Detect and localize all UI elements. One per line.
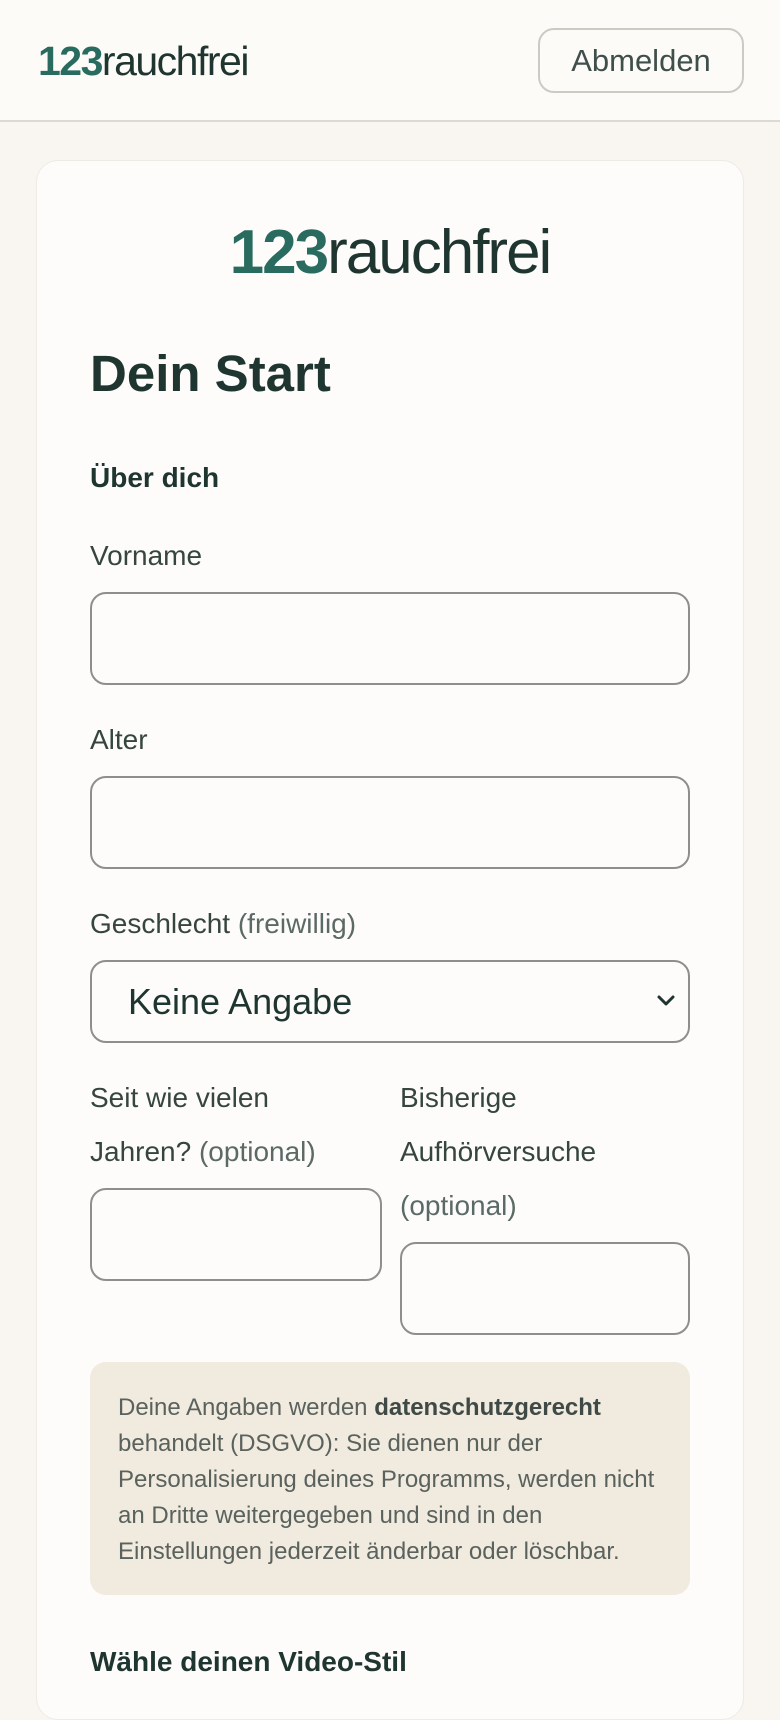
gender-label: Geschlecht (freiwillig) xyxy=(90,897,356,951)
gender-label-hint: (freiwillig) xyxy=(237,908,357,939)
brand-word: rauchfrei xyxy=(101,38,250,84)
chevron-down-icon xyxy=(657,995,675,1006)
brand-number: 123 xyxy=(38,38,103,84)
privacy-note: Deine Angaben werden datenschutzgerecht … xyxy=(90,1362,690,1595)
years-label: Seit wie vielen Jahren? (optional) xyxy=(90,1071,380,1179)
years-label-hint: (optional) xyxy=(198,1136,316,1167)
years-input[interactable] xyxy=(90,1188,382,1281)
age-label: Alter xyxy=(90,724,148,755)
section-heading-about: Über dich xyxy=(90,462,220,493)
attempts-input[interactable] xyxy=(400,1242,690,1335)
logout-button[interactable]: Abmelden xyxy=(538,28,744,93)
attempts-label-line1: Bisherige xyxy=(400,1082,517,1113)
age-input[interactable] xyxy=(90,776,690,869)
gender-select[interactable]: Keine Angabe xyxy=(90,960,690,1043)
privacy-note-before: Deine Angaben werden xyxy=(118,1394,375,1421)
card-brand-number: 123 xyxy=(229,218,329,287)
page-title: Dein Start xyxy=(90,345,331,402)
attempts-label-line2: Aufhörversuche xyxy=(400,1136,597,1167)
brand-logo[interactable]: 123rauchfrei xyxy=(38,36,250,86)
privacy-note-after: behandelt (DSGVO): Sie dienen nur der Pe… xyxy=(118,1430,655,1565)
years-label-line2: Jahren? xyxy=(90,1136,192,1167)
attempts-label-hint: (optional) xyxy=(400,1190,517,1221)
attempts-label: Bisherige Aufhörversuche (optional) xyxy=(400,1071,690,1233)
gender-select-value: Keine Angabe xyxy=(128,981,353,1022)
section-heading-video-style: Wähle deinen Video-Stil xyxy=(90,1646,407,1677)
card-brand-word: rauchfrei xyxy=(327,218,552,287)
card-brand-logo: 123rauchfrei xyxy=(0,218,780,288)
top-bar: 123rauchfrei Abmelden xyxy=(0,0,780,122)
firstname-input[interactable] xyxy=(90,592,690,685)
gender-label-text: Geschlecht xyxy=(90,908,231,939)
firstname-label: Vorname xyxy=(90,540,203,571)
privacy-note-bold: datenschutzgerecht xyxy=(374,1394,601,1421)
years-label-line1: Seit wie vielen xyxy=(90,1082,269,1113)
